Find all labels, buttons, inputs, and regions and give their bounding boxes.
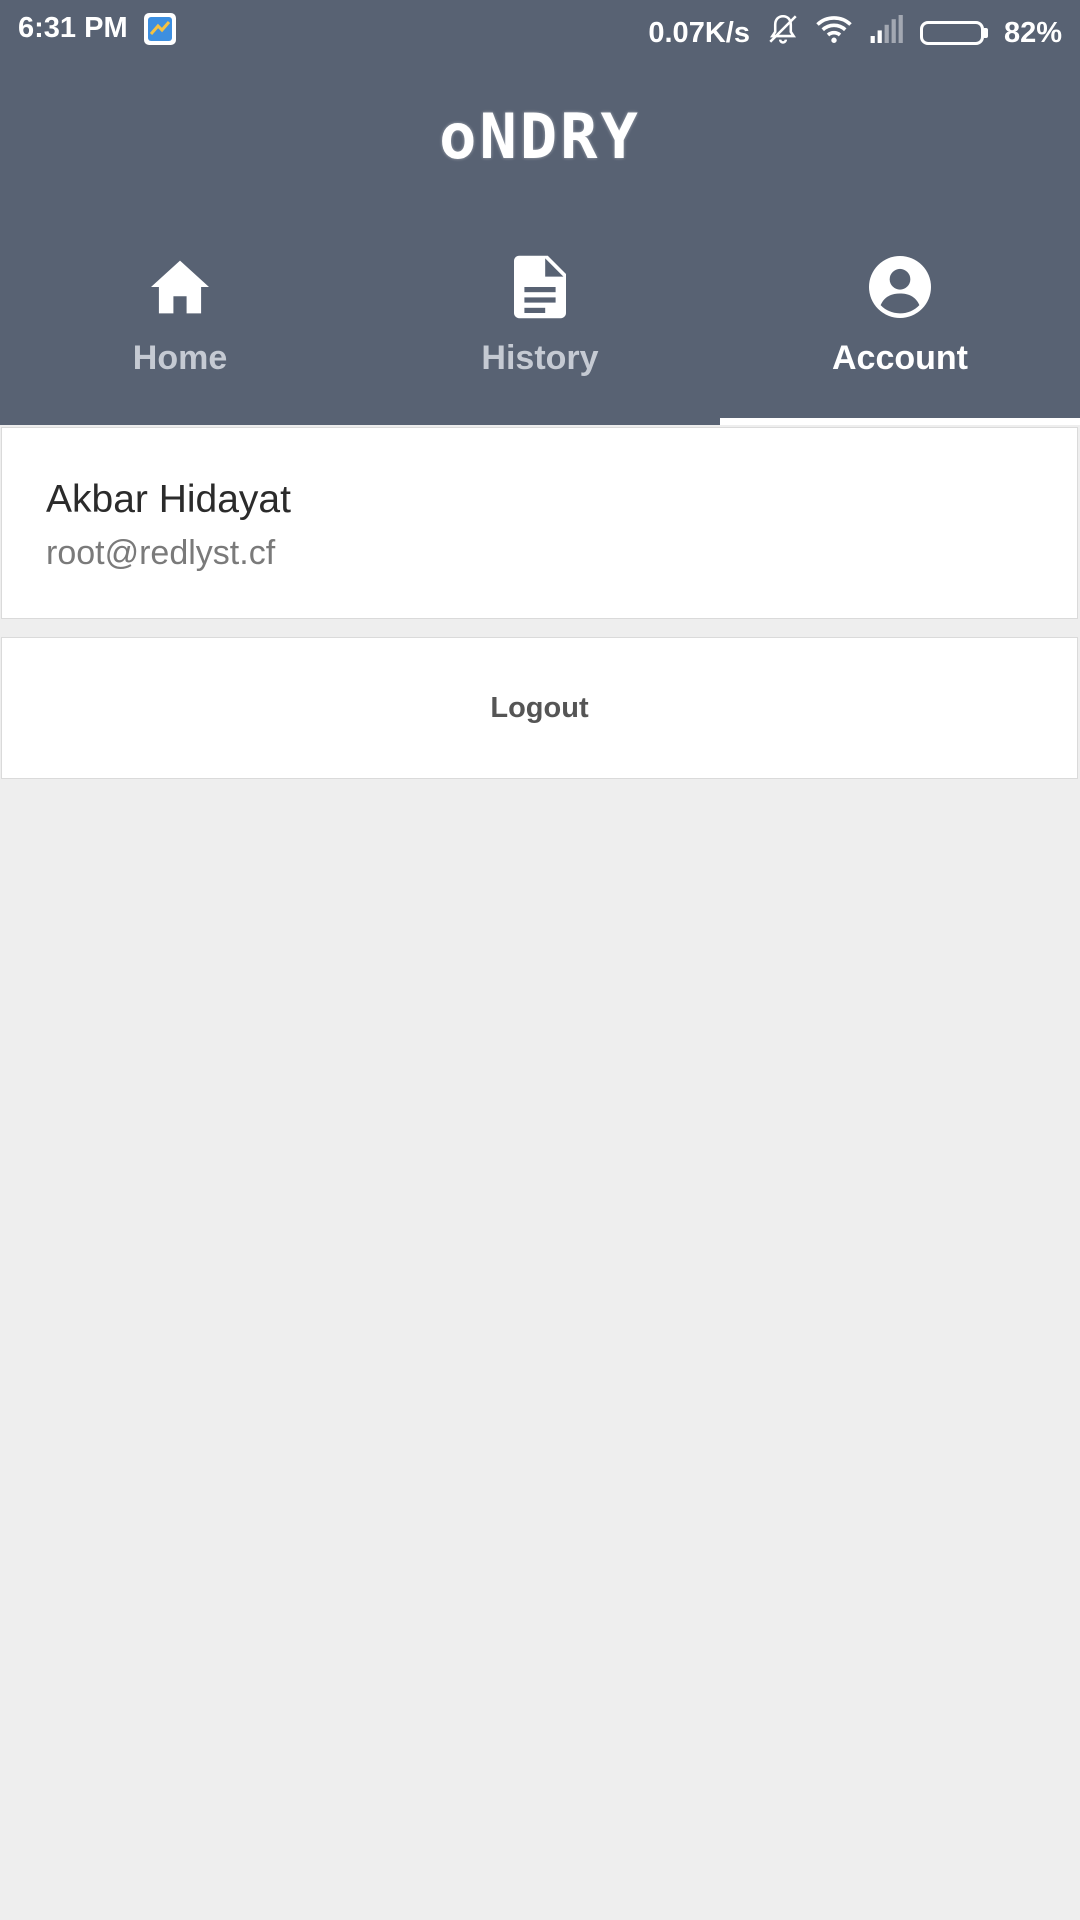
- tab-label: Home: [132, 339, 228, 377]
- network-speed: 0.07K/s: [648, 16, 750, 49]
- status-time: 6:31 PM: [18, 12, 128, 44]
- battery-percent: 82%: [1003, 16, 1062, 49]
- tab-label: History: [481, 339, 599, 377]
- logout-label: Logout: [490, 691, 589, 724]
- app-logo: oNDRY: [439, 100, 641, 173]
- active-tab-indicator: [720, 418, 1080, 425]
- status-bar-left: 6:31 PM: [18, 12, 176, 45]
- tab-account[interactable]: Account: [720, 245, 1080, 425]
- document-icon: [506, 253, 574, 321]
- logout-button[interactable]: Logout: [1, 637, 1078, 779]
- tab-home[interactable]: Home: [0, 245, 360, 425]
- account-circle-icon: [866, 253, 934, 321]
- tab-bar: Home History Account: [0, 245, 1080, 425]
- battery-icon: [919, 21, 988, 45]
- app-notification-icon: [143, 12, 176, 45]
- cellular-signal-icon: [868, 15, 904, 51]
- tab-history[interactable]: History: [360, 245, 720, 425]
- account-email: root@redlyst.cf: [46, 534, 276, 572]
- tab-label: Account: [832, 339, 968, 377]
- wifi-icon: [816, 14, 852, 52]
- app-header: 6:31 PM 0.07K/s 82% oNDRY Home History A…: [0, 0, 1080, 425]
- status-bar-right: 0.07K/s 82%: [648, 12, 1062, 54]
- status-bar: 6:31 PM 0.07K/s 82%: [0, 0, 1080, 60]
- account-name: Akbar Hidayat: [46, 478, 291, 521]
- account-info-card: Akbar Hidayat root@redlyst.cf: [1, 427, 1078, 619]
- silent-mode-icon: [766, 12, 800, 54]
- home-icon: [146, 253, 214, 321]
